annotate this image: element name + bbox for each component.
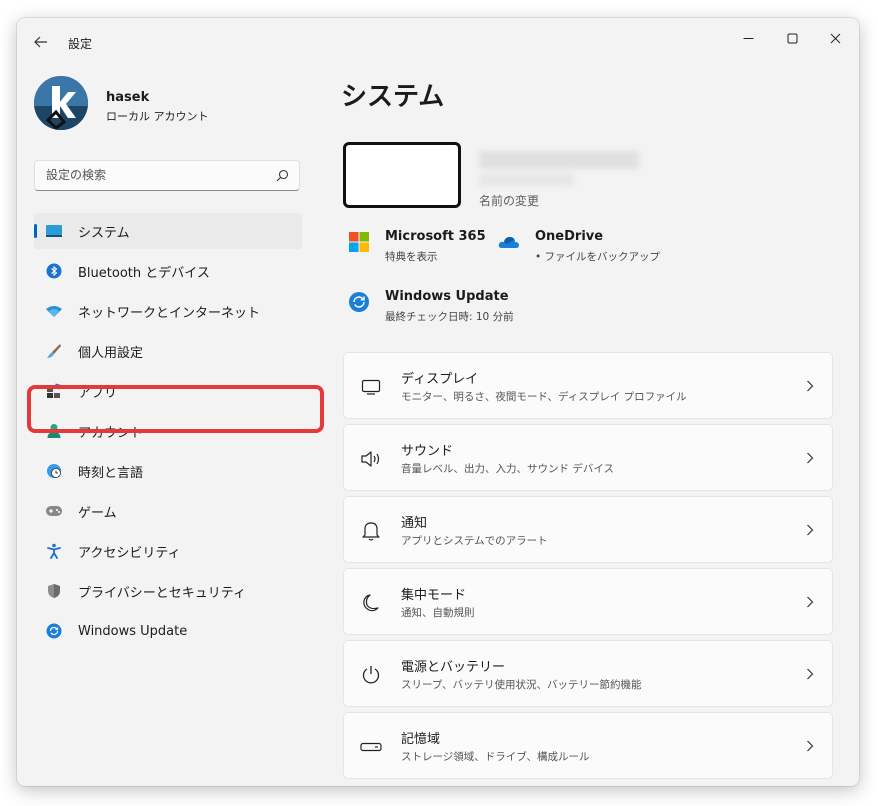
search-icon [276, 169, 289, 182]
sidebar-item-gaming[interactable]: ゲーム [34, 493, 302, 529]
quick-microsoft-365[interactable]: Microsoft 365 特典を表示 [348, 229, 488, 269]
windows-update-icon [348, 291, 370, 313]
onedrive-cloud-icon [498, 231, 520, 253]
sidebar-item-network[interactable]: ネットワークとインターネット [34, 293, 302, 329]
quick-title: OneDrive [535, 229, 604, 244]
highlight-box [27, 385, 324, 433]
system-display-icon [45, 222, 63, 240]
minimize-icon [743, 37, 753, 39]
avatar [34, 76, 88, 130]
quick-windows-update[interactable]: Windows Update 最終チェック日時: 10 分前 [348, 289, 528, 329]
quick-onedrive[interactable]: OneDrive • ファイルをバックアップ [498, 229, 661, 269]
card-title: 記憶域 [401, 732, 441, 747]
card-subtitle: モニター、明るさ、夜間モード、ディスプレイ プロファイル [401, 391, 687, 403]
quick-title: Windows Update [385, 289, 509, 304]
card-title: 通知 [401, 516, 428, 531]
quick-title: Microsoft 365 [385, 229, 486, 244]
chevron-right-icon [807, 740, 814, 752]
chevron-right-icon [807, 452, 814, 464]
card-sound[interactable]: サウンド 音量レベル、出力、入力、サウンド デバイス [343, 424, 833, 491]
rename-link[interactable]: 名前の変更 [479, 192, 539, 209]
sidebar-item-label: プライバシーとセキュリティ [78, 585, 246, 601]
speaker-icon [360, 448, 382, 470]
sidebar-item-label: 個人用設定 [78, 345, 144, 361]
settings-window: 設定 hasek ローカル アカウント 設定の検索 システム Bluetooth… [17, 18, 859, 786]
card-display[interactable]: ディスプレイ モニター、明るさ、夜間モード、ディスプレイ プロファイル [343, 352, 833, 419]
card-subtitle: アプリとシステムでのアラート [401, 535, 548, 547]
card-power-battery[interactable]: 電源とバッテリー スリープ、バッテリ使用状況、バッテリー節約機能 [343, 640, 833, 707]
sidebar-item-accessibility[interactable]: アクセシビリティ [34, 533, 302, 569]
sidebar-item-personalization[interactable]: 個人用設定 [34, 333, 302, 369]
windows-update-icon [45, 622, 63, 640]
card-storage[interactable]: 記憶域 ストレージ領域、ドライブ、構成ルール [343, 712, 833, 779]
card-focus-assist[interactable]: 集中モード 通知、自動規則 [343, 568, 833, 635]
maximize-button[interactable] [770, 23, 814, 53]
search-input[interactable] [46, 168, 266, 182]
accessibility-icon [45, 542, 63, 560]
sidebar-item-privacy[interactable]: プライバシーとセキュリティ [34, 573, 302, 609]
close-icon [830, 33, 840, 43]
device-image [343, 142, 461, 208]
card-title: サウンド [401, 444, 454, 459]
card-title: ディスプレイ [401, 372, 479, 387]
app-title: 設定 [68, 37, 93, 51]
microsoft-logo-icon [348, 231, 370, 253]
storage-drive-icon [360, 736, 382, 758]
gamepad-icon [45, 502, 63, 520]
user-name: hasek [106, 90, 150, 105]
quick-subtitle: • ファイルをバックアップ [535, 251, 661, 263]
card-title: 電源とバッテリー [401, 660, 506, 675]
card-subtitle: ストレージ領域、ドライブ、構成ルール [401, 751, 590, 763]
card-subtitle: スリープ、バッテリ使用状況、バッテリー節約機能 [401, 679, 642, 691]
quick-subtitle: 最終チェック日時: 10 分前 [385, 311, 514, 323]
sidebar-item-label: システム [78, 225, 130, 241]
chevron-right-icon [807, 596, 814, 608]
card-subtitle: 音量レベル、出力、入力、サウンド デバイス [401, 463, 615, 475]
device-name-redacted [479, 151, 639, 169]
shield-icon [45, 582, 63, 600]
globe-clock-icon [45, 462, 63, 480]
bell-icon [360, 520, 382, 542]
sidebar-item-label: ネットワークとインターネット [78, 305, 261, 321]
account-type: ローカル アカウント [106, 110, 209, 123]
chevron-right-icon [807, 668, 814, 680]
close-button[interactable] [813, 23, 857, 53]
chevron-right-icon [807, 380, 814, 392]
card-title: 集中モード [401, 588, 467, 603]
sidebar-item-bluetooth[interactable]: Bluetooth とデバイス [34, 253, 302, 289]
bluetooth-icon [45, 262, 63, 280]
sidebar-item-label: Bluetooth とデバイス [78, 265, 210, 281]
sidebar-item-label: ゲーム [78, 505, 117, 521]
device-model-redacted [479, 174, 574, 186]
sidebar-item-label: Windows Update [78, 623, 188, 639]
wifi-icon [45, 302, 63, 320]
card-notifications[interactable]: 通知 アプリとシステムでのアラート [343, 496, 833, 563]
moon-icon [360, 592, 382, 614]
sidebar-item-label: アクセシビリティ [78, 545, 181, 561]
card-subtitle: 通知、自動規則 [401, 607, 475, 619]
arrow-left-icon [34, 36, 47, 48]
quick-subtitle: 特典を表示 [385, 251, 438, 263]
brush-icon [45, 342, 63, 360]
sidebar-item-windows-update[interactable]: Windows Update [34, 613, 302, 649]
maximize-icon [787, 33, 797, 43]
back-button[interactable] [27, 30, 55, 54]
sidebar-item-system[interactable]: システム [34, 213, 302, 249]
minimize-button[interactable] [726, 23, 770, 53]
sidebar-item-label: 時刻と言語 [78, 465, 144, 481]
monitor-icon [360, 376, 382, 398]
sidebar-item-time-language[interactable]: 時刻と言語 [34, 453, 302, 489]
avatar-logo-icon [34, 76, 88, 130]
search-box[interactable] [34, 160, 300, 191]
page-title: システム [341, 82, 445, 112]
power-icon [360, 664, 382, 686]
title-bar: 設定 [17, 18, 859, 62]
chevron-right-icon [807, 524, 814, 536]
